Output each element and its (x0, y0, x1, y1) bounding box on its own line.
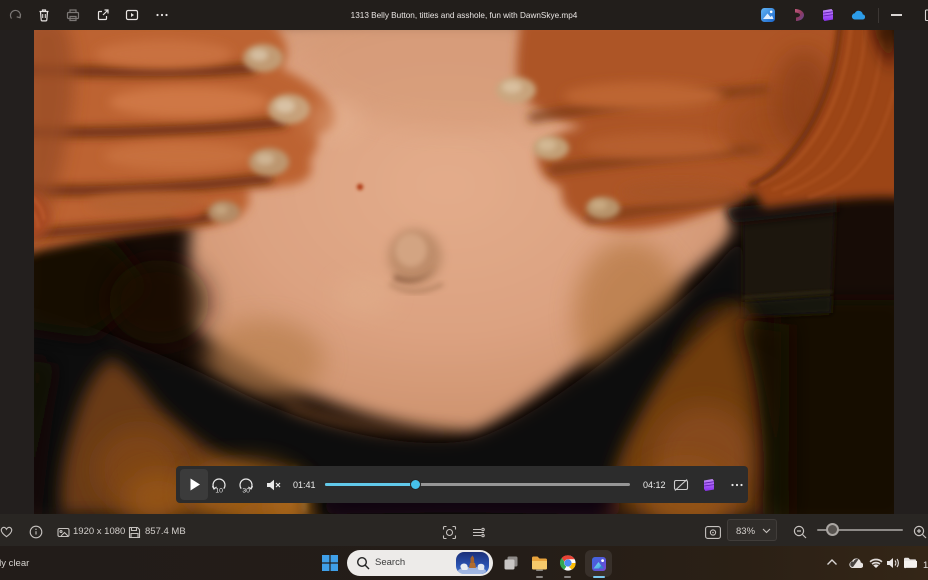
svg-text:30: 30 (242, 487, 250, 494)
svg-text:10: 10 (215, 487, 223, 494)
